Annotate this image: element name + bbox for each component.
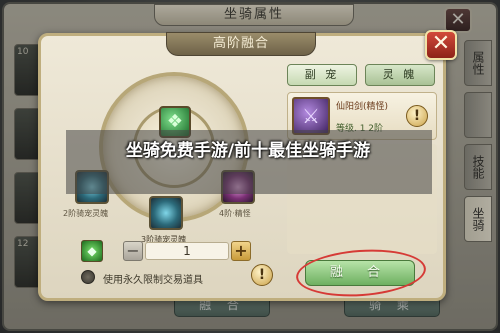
dialog-title: 高阶融合 — [166, 32, 316, 56]
bottom-material-slot[interactable] — [149, 196, 183, 230]
info-warning-icon[interactable]: ! — [251, 264, 273, 286]
item-info-icon[interactable]: ! — [406, 105, 428, 127]
close-button[interactable]: ✕ — [425, 30, 457, 60]
increment-button[interactable]: + — [231, 241, 251, 261]
use-bound-items-checkbox[interactable] — [81, 270, 95, 284]
quantity-input[interactable]: 1 — [145, 242, 229, 260]
right-slot-label: 4阶·精怪 — [219, 209, 251, 218]
tab-secondary-pet[interactable]: 副 宠 — [287, 64, 357, 86]
material-gem-icon: ◆ — [81, 240, 103, 262]
tab-spirit-soul[interactable]: 灵 魄 — [365, 64, 435, 86]
decrement-button[interactable]: − — [123, 241, 143, 261]
quantity-stepper: ◆ − 1 + — [81, 238, 271, 264]
left-slot-label: 2阶骑宠灵魄 — [63, 209, 109, 218]
use-bound-items-label: 使用永久限制交易道具 — [103, 275, 203, 286]
caption-text: 坐骑免费手游/前十最佳坐骑手游 — [125, 141, 371, 161]
item-name: 仙阳剑(精怪) — [336, 102, 389, 112]
